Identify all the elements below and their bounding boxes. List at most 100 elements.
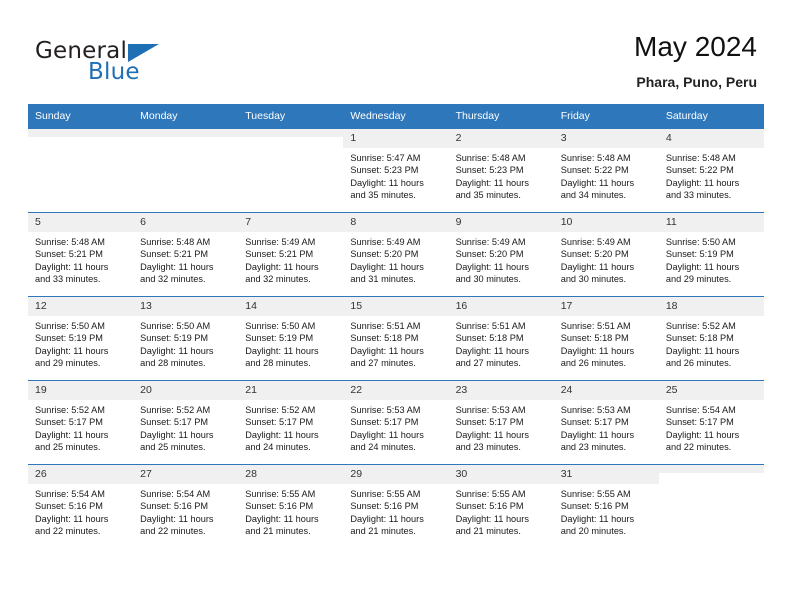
weekday-header-monday: Monday <box>133 104 239 129</box>
day-cell-inner: 14 Sunrise: 5:50 AM Sunset: 5:19 PM Dayligh… <box>238 297 344 380</box>
calendar-week-row: 19 Sunrise: 5:52 AM Sunset: 5:17 PM Dayligh… <box>28 380 764 465</box>
day-cell-inner: 3 Sunrise: 5:48 AM Sunset: 5:22 PM Daylight… <box>553 129 659 212</box>
calendar-day-cell-empty <box>238 128 344 213</box>
day-details: Sunrise: 5:55 AM Sunset: 5:16 PM Daylight:… <box>554 484 659 538</box>
calendar-day-cell[interactable]: 29 Sunrise: 5:55 AM Sunset: 5:16 PM Dayligh… <box>343 464 449 548</box>
sunrise-text: Sunrise: 5:50 AM <box>665 237 736 247</box>
daylight-text: Daylight: 11 hours and 28 minutes. <box>245 345 319 369</box>
day-cell-inner: 11 Sunrise: 5:50 AM Sunset: 5:19 PM Dayligh… <box>658 213 764 296</box>
daylight-text: Daylight: 11 hours and 34 minutes. <box>560 177 635 201</box>
calendar-day-cell[interactable]: 7 Sunrise: 5:49 AM Sunset: 5:21 PM Daylight… <box>238 212 344 297</box>
calendar-day-cell[interactable]: 18 Sunrise: 5:52 AM Sunset: 5:18 PM Dayligh… <box>658 296 764 381</box>
sunset-text: Sunset: 5:19 PM <box>140 333 209 344</box>
sunrise-text: Sunrise: 5:52 AM <box>245 405 316 415</box>
day-cell-inner: 24 Sunrise: 5:53 AM Sunset: 5:17 PM Dayligh… <box>553 381 659 464</box>
day-details: Sunrise: 5:55 AM Sunset: 5:16 PM Daylight:… <box>238 484 343 538</box>
sunset-text: Sunset: 5:23 PM <box>455 165 524 176</box>
day-number: 19 <box>28 381 134 400</box>
daylight-text: Daylight: 11 hours and 22 minutes. <box>35 513 109 537</box>
day-number: 25 <box>658 381 764 400</box>
calendar-day-cell[interactable]: 31 Sunrise: 5:55 AM Sunset: 5:16 PM Dayligh… <box>553 464 659 548</box>
generalblue-logo[interactable]: General Blue <box>35 38 235 90</box>
day-number: 10 <box>553 213 659 232</box>
day-details: Sunrise: 5:48 AM Sunset: 5:22 PM Daylight:… <box>554 148 659 202</box>
calendar-day-cell[interactable]: 1 Sunrise: 5:47 AM Sunset: 5:23 PM Daylight… <box>343 128 449 213</box>
logo-text-blue: Blue <box>88 59 140 85</box>
day-details: Sunrise: 5:49 AM Sunset: 5:20 PM Daylight:… <box>343 232 448 286</box>
sunrise-text: Sunrise: 5:53 AM <box>350 405 421 415</box>
day-details: Sunrise: 5:50 AM Sunset: 5:19 PM Daylight:… <box>28 316 133 370</box>
sunrise-text: Sunrise: 5:51 AM <box>455 321 526 331</box>
calendar-day-cell[interactable]: 15 Sunrise: 5:51 AM Sunset: 5:18 PM Dayligh… <box>343 296 449 381</box>
sunrise-text: Sunrise: 5:55 AM <box>350 489 421 499</box>
calendar-day-cell[interactable]: 24 Sunrise: 5:53 AM Sunset: 5:17 PM Dayligh… <box>553 380 659 465</box>
calendar-day-cell[interactable]: 8 Sunrise: 5:49 AM Sunset: 5:20 PM Daylight… <box>343 212 449 297</box>
day-cell-inner: 27 Sunrise: 5:54 AM Sunset: 5:16 PM Dayligh… <box>133 465 239 548</box>
calendar-day-cell[interactable]: 4 Sunrise: 5:48 AM Sunset: 5:22 PM Daylight… <box>658 128 764 213</box>
sunrise-text: Sunrise: 5:53 AM <box>455 405 526 415</box>
daylight-text: Daylight: 11 hours and 21 minutes. <box>245 513 319 537</box>
day-cell-inner: 4 Sunrise: 5:48 AM Sunset: 5:22 PM Daylight… <box>658 129 764 212</box>
day-cell-inner: 7 Sunrise: 5:49 AM Sunset: 5:21 PM Daylight… <box>238 213 344 296</box>
calendar-day-cell[interactable]: 14 Sunrise: 5:50 AM Sunset: 5:19 PM Dayligh… <box>238 296 344 381</box>
calendar-day-cell[interactable]: 3 Sunrise: 5:48 AM Sunset: 5:22 PM Daylight… <box>553 128 659 213</box>
calendar-day-cell-empty <box>28 128 134 213</box>
day-cell-inner: 29 Sunrise: 5:55 AM Sunset: 5:16 PM Dayligh… <box>343 465 449 548</box>
calendar-day-cell[interactable]: 10 Sunrise: 5:49 AM Sunset: 5:20 PM Dayligh… <box>553 212 659 297</box>
calendar-day-cell[interactable]: 2 Sunrise: 5:48 AM Sunset: 5:23 PM Daylight… <box>448 128 554 213</box>
calendar-day-cell[interactable]: 19 Sunrise: 5:52 AM Sunset: 5:17 PM Dayligh… <box>28 380 134 465</box>
sunset-text: Sunset: 5:20 PM <box>560 249 629 260</box>
day-number: 12 <box>28 297 134 316</box>
sunset-text: Sunset: 5:21 PM <box>140 249 209 260</box>
day-details: Sunrise: 5:48 AM Sunset: 5:21 PM Daylight:… <box>133 232 238 286</box>
sunrise-text: Sunrise: 5:48 AM <box>35 237 105 247</box>
day-details: Sunrise: 5:49 AM Sunset: 5:20 PM Daylight:… <box>554 232 659 286</box>
day-details: Sunrise: 5:51 AM Sunset: 5:18 PM Daylight:… <box>343 316 448 370</box>
weekday-header-sunday: Sunday <box>28 104 134 129</box>
day-cell-inner: 18 Sunrise: 5:52 AM Sunset: 5:18 PM Dayligh… <box>658 297 764 380</box>
calendar-day-cell[interactable]: 5 Sunrise: 5:48 AM Sunset: 5:21 PM Daylight… <box>28 212 134 297</box>
calendar-day-cell[interactable]: 27 Sunrise: 5:54 AM Sunset: 5:16 PM Dayligh… <box>133 464 239 548</box>
daylight-text: Daylight: 11 hours and 32 minutes. <box>140 261 214 285</box>
calendar-day-cell[interactable]: 30 Sunrise: 5:55 AM Sunset: 5:16 PM Dayligh… <box>448 464 554 548</box>
day-cell-inner: 2 Sunrise: 5:48 AM Sunset: 5:23 PM Daylight… <box>448 129 554 212</box>
calendar-day-cell[interactable]: 25 Sunrise: 5:54 AM Sunset: 5:17 PM Dayligh… <box>658 380 764 465</box>
calendar-day-cell[interactable]: 16 Sunrise: 5:51 AM Sunset: 5:18 PM Dayligh… <box>448 296 554 381</box>
day-details: Sunrise: 5:50 AM Sunset: 5:19 PM Daylight:… <box>659 232 764 286</box>
sunrise-text: Sunrise: 5:53 AM <box>560 405 631 415</box>
calendar-day-cell-empty <box>658 464 764 548</box>
calendar-day-cell[interactable]: 23 Sunrise: 5:53 AM Sunset: 5:17 PM Dayligh… <box>448 380 554 465</box>
calendar-day-cell[interactable]: 13 Sunrise: 5:50 AM Sunset: 5:19 PM Dayligh… <box>133 296 239 381</box>
day-details: Sunrise: 5:52 AM Sunset: 5:17 PM Daylight:… <box>28 400 133 454</box>
calendar-page: General Blue May 2024 Phara, Puno, Peru … <box>0 0 792 612</box>
day-cell-inner: 15 Sunrise: 5:51 AM Sunset: 5:18 PM Dayligh… <box>343 297 449 380</box>
sunrise-text: Sunrise: 5:52 AM <box>665 321 736 331</box>
calendar-day-cell[interactable]: 12 Sunrise: 5:50 AM Sunset: 5:19 PM Dayligh… <box>28 296 134 381</box>
calendar-day-cell[interactable]: 6 Sunrise: 5:48 AM Sunset: 5:21 PM Daylight… <box>133 212 239 297</box>
calendar-day-cell[interactable]: 11 Sunrise: 5:50 AM Sunset: 5:19 PM Dayligh… <box>658 212 764 297</box>
day-number: 2 <box>448 129 554 148</box>
day-details: Sunrise: 5:52 AM Sunset: 5:17 PM Daylight:… <box>133 400 238 454</box>
sunrise-text: Sunrise: 5:50 AM <box>140 321 211 331</box>
calendar-day-cell[interactable]: 20 Sunrise: 5:52 AM Sunset: 5:17 PM Dayligh… <box>133 380 239 465</box>
daylight-text: Daylight: 11 hours and 27 minutes. <box>455 345 529 369</box>
day-number: 9 <box>448 213 554 232</box>
sunset-text: Sunset: 5:19 PM <box>245 333 314 344</box>
sunset-text: Sunset: 5:18 PM <box>455 333 524 344</box>
calendar-day-cell[interactable]: 28 Sunrise: 5:55 AM Sunset: 5:16 PM Dayligh… <box>238 464 344 548</box>
calendar-day-cell[interactable]: 9 Sunrise: 5:49 AM Sunset: 5:20 PM Daylight… <box>448 212 554 297</box>
day-number: 31 <box>553 465 659 484</box>
calendar-day-cell[interactable]: 26 Sunrise: 5:54 AM Sunset: 5:16 PM Dayligh… <box>28 464 134 548</box>
calendar-day-cell[interactable]: 22 Sunrise: 5:53 AM Sunset: 5:17 PM Dayligh… <box>343 380 449 465</box>
weekday-header-wednesday: Wednesday <box>343 104 449 129</box>
day-cell-inner <box>658 465 764 548</box>
sunset-text: Sunset: 5:19 PM <box>665 249 734 260</box>
day-details: Sunrise: 5:49 AM Sunset: 5:21 PM Daylight:… <box>238 232 343 286</box>
sunset-text: Sunset: 5:17 PM <box>35 417 103 428</box>
day-details: Sunrise: 5:55 AM Sunset: 5:16 PM Daylight:… <box>449 484 554 538</box>
calendar-day-cell[interactable]: 17 Sunrise: 5:51 AM Sunset: 5:18 PM Dayligh… <box>553 296 659 381</box>
day-number: 26 <box>28 465 134 484</box>
day-details: Sunrise: 5:50 AM Sunset: 5:19 PM Daylight:… <box>133 316 238 370</box>
sunrise-text: Sunrise: 5:48 AM <box>665 153 736 163</box>
calendar-day-cell[interactable]: 21 Sunrise: 5:52 AM Sunset: 5:17 PM Dayligh… <box>238 380 344 465</box>
